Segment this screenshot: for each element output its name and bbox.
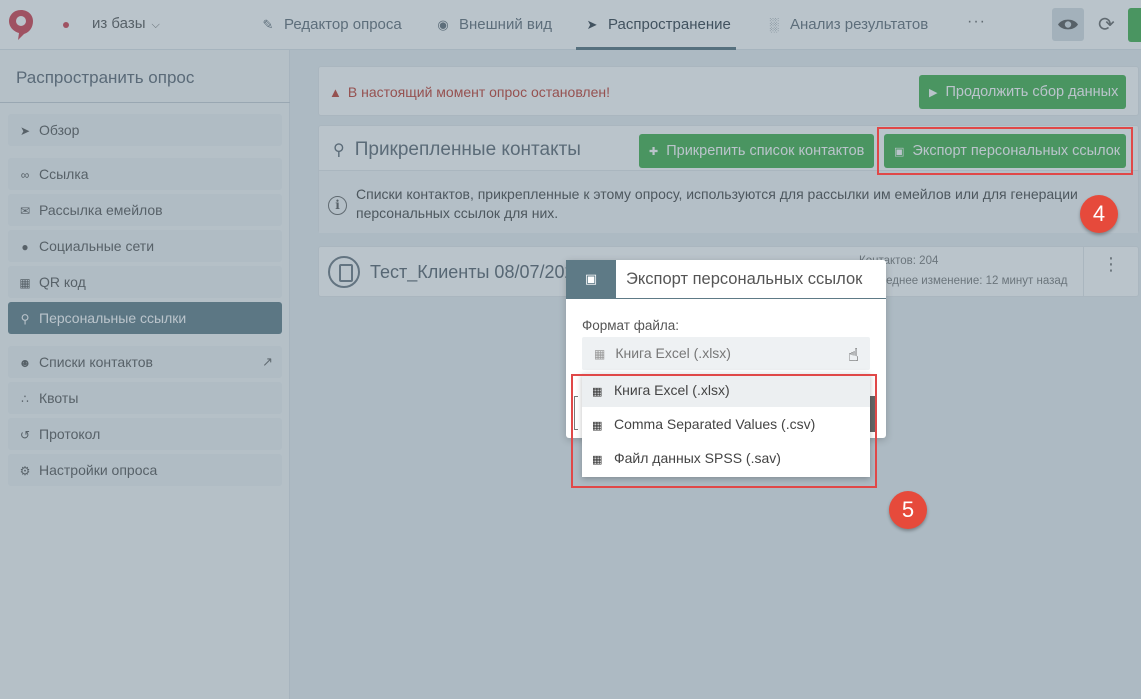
- highlight-box-format-options: [571, 374, 877, 488]
- step-4-badge: 4: [1080, 195, 1118, 233]
- file-format-select[interactable]: ▦ Книга Excel (.xlsx) ☝: [582, 337, 870, 370]
- modal-title: Экспорт персональных ссылок: [626, 270, 863, 288]
- modal-header-divider: [566, 298, 886, 299]
- hand-cursor-icon: ☝: [848, 345, 859, 365]
- file-format-label: Формат файла:: [582, 318, 679, 333]
- file-icon: ▣: [566, 260, 616, 298]
- highlight-box-export-button: [877, 127, 1133, 175]
- select-value: ▦ Книга Excel (.xlsx): [594, 345, 731, 361]
- selected-format: Книга Excel (.xlsx): [615, 345, 731, 361]
- excel-file-icon: ▦: [594, 347, 606, 361]
- step-5-badge: 5: [889, 491, 927, 529]
